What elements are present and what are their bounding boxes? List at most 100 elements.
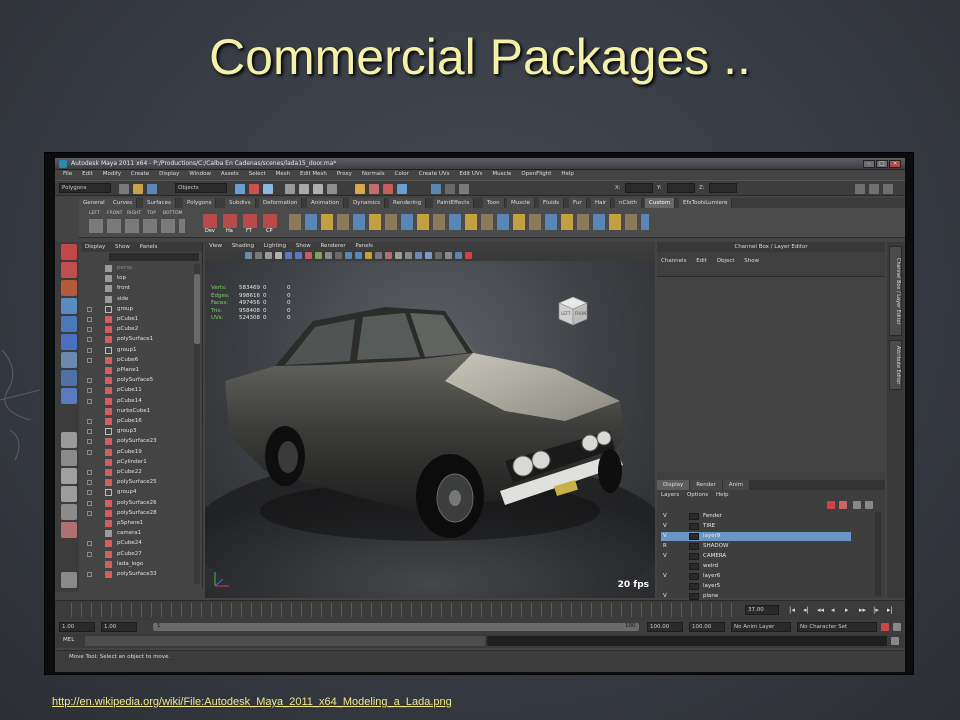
channel-box-menu-show[interactable]: Show: [744, 258, 759, 264]
shelf-tab-deformation[interactable]: Deformation: [259, 198, 303, 208]
time-slider[interactable]: 37.00 |◂ ◂| ◂◂ ◂ ▸ ▸▸ |▸ ▸|: [55, 600, 905, 620]
x-field[interactable]: [625, 183, 653, 193]
expand-icon[interactable]: [87, 378, 92, 384]
expand-icon[interactable]: [87, 327, 92, 333]
expand-icon[interactable]: [87, 398, 92, 404]
outliner-item[interactable]: side: [87, 295, 197, 304]
universal-manipulator-icon[interactable]: [61, 352, 77, 368]
layout-four-icon[interactable]: [61, 450, 77, 466]
layer-color-swatch[interactable]: [689, 563, 699, 570]
channel-box-menu-object[interactable]: Object: [717, 258, 735, 264]
soft-mod-tool-icon[interactable]: [61, 370, 77, 386]
menu-file[interactable]: File: [63, 171, 72, 177]
menu-edit[interactable]: Edit: [82, 171, 93, 177]
menu-muscle[interactable]: Muscle: [492, 171, 511, 177]
outliner-item[interactable]: pCube16: [87, 417, 197, 426]
viewport-tool-icon[interactable]: [465, 252, 472, 259]
shelf-tab-animation[interactable]: Animation: [307, 198, 345, 208]
viewport-tool-icon[interactable]: [255, 252, 262, 259]
layer-row[interactable]: Vlayer9: [661, 532, 851, 541]
layer-visibility-toggle[interactable]: V: [663, 532, 671, 541]
layer-color-swatch[interactable]: [689, 593, 699, 600]
layer-color-swatch[interactable]: [689, 553, 699, 560]
expand-icon[interactable]: [87, 306, 92, 312]
outliner-item[interactable]: pCube27: [87, 550, 197, 559]
layer-tab-anim[interactable]: Anim: [722, 480, 750, 490]
viewport-tool-icon[interactable]: [285, 252, 292, 259]
step-back-key-icon[interactable]: ◂◂: [817, 606, 825, 614]
viewport-menu-panels[interactable]: Panels: [355, 243, 373, 249]
layout-render-icon[interactable]: [61, 522, 77, 538]
history-icon[interactable]: [355, 184, 365, 194]
outliner-item[interactable]: polySurface1: [87, 335, 197, 344]
select-object-icon[interactable]: [249, 184, 259, 194]
shelf-tab-fluids[interactable]: Fluids: [539, 198, 565, 208]
outliner-item[interactable]: polySurface28: [87, 509, 197, 518]
layer-scrollbar[interactable]: [875, 512, 881, 596]
go-to-start-icon[interactable]: |◂: [789, 606, 797, 614]
layer-visibility-toggle[interactable]: V: [663, 512, 671, 521]
range-slider-track[interactable]: [153, 623, 639, 631]
menu-window[interactable]: Window: [189, 171, 211, 177]
perspective-viewport[interactable]: View Shading Lighting Show Renderer Pane…: [205, 242, 655, 598]
time-slider-ticks[interactable]: [71, 603, 737, 617]
attribute-toggle-icon[interactable]: [869, 184, 879, 194]
outliner-item[interactable]: pCylinder1: [87, 458, 197, 467]
outliner-item[interactable]: lada_logo: [87, 560, 197, 569]
animation-preferences-icon[interactable]: [893, 623, 901, 631]
camera-view-icons[interactable]: [89, 219, 185, 233]
outliner-item[interactable]: polySurface25: [87, 478, 197, 487]
select-hierarchy-icon[interactable]: [235, 184, 245, 194]
scale-tool-icon[interactable]: [61, 334, 77, 350]
new-layer-icon[interactable]: [827, 501, 835, 509]
expand-icon[interactable]: [87, 429, 92, 435]
view-cube-icon[interactable]: LEFT FRONT: [553, 291, 593, 331]
shelf-tab-muscle[interactable]: Muscle: [507, 198, 536, 208]
snap-point-icon[interactable]: [313, 184, 323, 194]
outliner-item[interactable]: nurbsCube1: [87, 407, 197, 416]
layer-color-swatch[interactable]: [689, 523, 699, 530]
layer-color-swatch[interactable]: [689, 573, 699, 580]
layout-persp-outliner-icon[interactable]: [61, 468, 77, 484]
outliner-item[interactable]: pCube19: [87, 448, 197, 457]
outliner-item[interactable]: polySurface23: [87, 437, 197, 446]
outliner-item[interactable]: pSphere1: [87, 519, 197, 528]
layer-color-swatch[interactable]: [689, 533, 699, 540]
character-set-selector[interactable]: No Character Set: [797, 622, 877, 632]
expand-icon[interactable]: [87, 541, 92, 547]
viewport-tool-icon[interactable]: [295, 252, 302, 259]
viewport-tool-icon[interactable]: [355, 252, 362, 259]
viewport-menu-view[interactable]: View: [209, 243, 222, 249]
shelf-tab-efxtoolslumiere[interactable]: EfxToolsLumiere: [679, 198, 733, 208]
outliner-item[interactable]: pCube1: [87, 315, 197, 324]
custom-layout-icon[interactable]: [61, 572, 77, 588]
viewport-tool-icon[interactable]: [315, 252, 322, 259]
layer-move-up-icon[interactable]: [853, 501, 861, 509]
outliner-item[interactable]: pCube2: [87, 325, 197, 334]
outliner-item[interactable]: pCube6: [87, 356, 197, 365]
new-layer-selected-icon[interactable]: [839, 501, 847, 509]
outliner-item[interactable]: pCube11: [87, 386, 197, 395]
shelf-button-ft[interactable]: [243, 214, 257, 228]
shelf-tab-toon[interactable]: Toon: [483, 198, 505, 208]
menu-normals[interactable]: Normals: [362, 171, 385, 177]
layer-row[interactable]: weird: [661, 562, 851, 571]
layer-menu-options[interactable]: Options: [687, 492, 708, 498]
menu-openflight[interactable]: OpenFlight: [521, 171, 551, 177]
shelf-tab-rendering[interactable]: Rendering: [389, 198, 427, 208]
menu-proxy[interactable]: Proxy: [337, 171, 352, 177]
expand-icon[interactable]: [87, 449, 92, 455]
layout-single-icon[interactable]: [61, 432, 77, 448]
viewport-tool-icon[interactable]: [425, 252, 432, 259]
channel-box-area[interactable]: [657, 276, 885, 472]
layer-visibility-toggle[interactable]: R: [663, 542, 671, 551]
shelf-tab-custom[interactable]: Custom: [645, 198, 676, 208]
auto-key-icon[interactable]: [881, 623, 889, 631]
expand-icon[interactable]: [87, 439, 92, 445]
layer-row[interactable]: Vlayer6: [661, 572, 851, 581]
expand-icon[interactable]: [87, 347, 92, 353]
expand-icon[interactable]: [87, 480, 92, 486]
layer-row[interactable]: V TIRE: [661, 522, 851, 531]
viewport-tool-icon[interactable]: [275, 252, 282, 259]
layer-visibility-toggle[interactable]: V: [663, 552, 671, 561]
